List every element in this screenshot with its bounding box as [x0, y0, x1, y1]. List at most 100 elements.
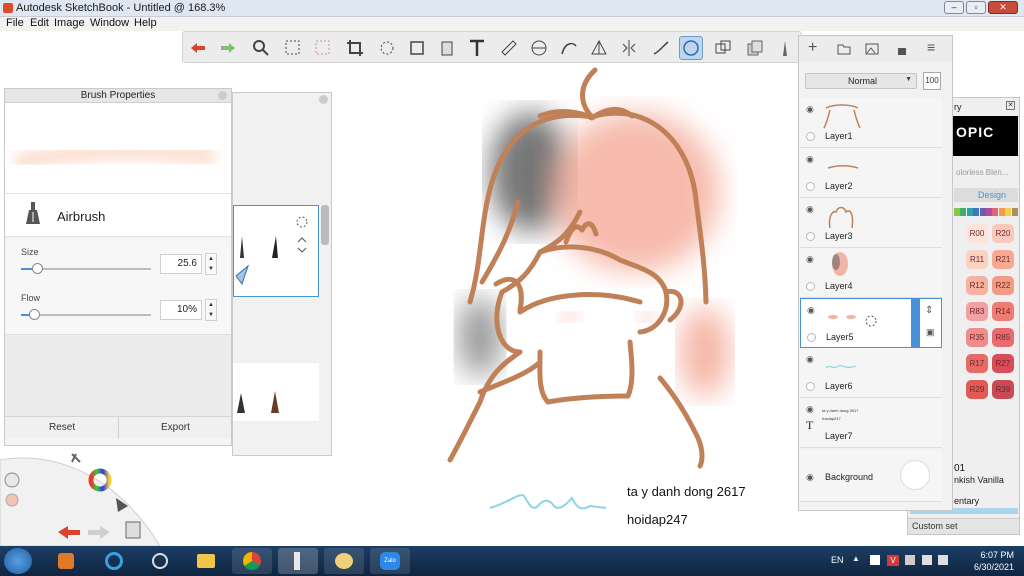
layer-select-radio[interactable]: [806, 382, 815, 391]
distort-icon[interactable]: [405, 36, 429, 60]
zoom-icon[interactable]: [249, 36, 273, 60]
language-indicator[interactable]: EN: [831, 555, 844, 565]
layers-icon[interactable]: [743, 36, 767, 60]
undo-icon[interactable]: [186, 36, 210, 60]
perspective-icon[interactable]: [587, 36, 611, 60]
visibility-eye-icon[interactable]: ◉: [806, 154, 814, 165]
copic-swatch[interactable]: R85: [992, 328, 1014, 347]
layer-select-radio[interactable]: [806, 232, 815, 241]
visibility-eye-icon[interactable]: ◉: [806, 404, 814, 415]
curve-guide-icon[interactable]: [557, 36, 581, 60]
color-family-chip[interactable]: [973, 208, 980, 216]
blend-mode-select[interactable]: Normal ▼: [805, 73, 917, 89]
copic-swatch[interactable]: R27: [992, 354, 1014, 373]
copic-swatch[interactable]: R00: [966, 224, 988, 243]
brush-set-2[interactable]: [233, 363, 319, 421]
text-icon[interactable]: [465, 36, 489, 60]
lock-icon[interactable]: ▣: [926, 327, 935, 338]
color-family-chip[interactable]: [986, 208, 992, 216]
layer-item[interactable]: ◉ Layer2: [800, 148, 942, 198]
custom-set-bar[interactable]: Custom set: [908, 518, 1019, 534]
layer-item-selected[interactable]: ◉ Layer5 ⇕ ▣: [800, 298, 942, 348]
visibility-eye-icon[interactable]: ◉: [806, 472, 814, 483]
menu-help[interactable]: Help: [134, 17, 157, 29]
menu-file[interactable]: File: [6, 17, 24, 29]
snipping-tool-icon[interactable]: [140, 548, 180, 574]
volume-icon[interactable]: [938, 555, 948, 565]
stroke-icon[interactable]: [649, 36, 673, 60]
menu-window[interactable]: Window: [90, 17, 129, 29]
tray-icon[interactable]: [870, 555, 880, 565]
flow-slider-knob[interactable]: [29, 309, 40, 320]
layer-item[interactable]: ◉ Layer1: [800, 98, 942, 148]
reorder-icon[interactable]: ⇕: [925, 305, 933, 316]
redo-icon[interactable]: [216, 36, 240, 60]
copic-swatch[interactable]: R11: [966, 250, 988, 269]
color-family-chip[interactable]: [1005, 208, 1012, 216]
chrome-icon[interactable]: [232, 548, 272, 574]
size-stepper[interactable]: ▲ ▼: [205, 253, 217, 275]
visibility-eye-icon[interactable]: ◉: [806, 104, 814, 115]
visibility-eye-icon[interactable]: ◉: [806, 204, 814, 215]
flow-stepper[interactable]: ▲ ▼: [205, 299, 217, 321]
layer-select-radio[interactable]: [806, 182, 815, 191]
close-button[interactable]: ✕: [988, 1, 1018, 14]
size-value[interactable]: 25.6: [160, 254, 202, 274]
color-family-chip[interactable]: [966, 208, 973, 216]
panel-close-icon[interactable]: ✕: [1006, 101, 1015, 110]
background-layer[interactable]: ◉ Background: [800, 450, 942, 502]
layer-select-radio[interactable]: [806, 282, 815, 291]
layer-select-radio[interactable]: [806, 132, 815, 141]
system-clock[interactable]: 6:07 PM 6/30/2021: [974, 549, 1014, 573]
copic-swatch[interactable]: R22: [992, 276, 1014, 295]
folder-icon[interactable]: [837, 43, 851, 55]
crop-icon[interactable]: [343, 36, 367, 60]
layer-menu-icon[interactable]: ≡: [927, 39, 935, 55]
color-family-chip[interactable]: [992, 208, 999, 216]
internet-explorer-icon[interactable]: [94, 548, 134, 574]
symmetry-icon[interactable]: [617, 36, 641, 60]
export-button[interactable]: Export: [161, 422, 190, 433]
lasso-icon[interactable]: [375, 36, 399, 60]
visibility-eye-icon[interactable]: ◉: [807, 305, 815, 316]
merge-icon[interactable]: [897, 42, 907, 56]
panel-close-icon[interactable]: [319, 95, 328, 104]
copic-swatch[interactable]: R20: [992, 224, 1014, 243]
copic-swatch[interactable]: R12: [966, 276, 988, 295]
fill-icon[interactable]: [435, 36, 459, 60]
reset-button[interactable]: Reset: [49, 422, 75, 433]
layer-item[interactable]: ◉ ta y danh dong 2617 hoidap247 T Layer7: [800, 398, 942, 448]
color-family-chip[interactable]: [979, 208, 986, 216]
brush-icon[interactable]: [773, 36, 797, 60]
color-family-chip[interactable]: [998, 208, 1005, 216]
maximize-button[interactable]: ▫: [966, 1, 986, 14]
drawing-canvas[interactable]: [420, 62, 800, 542]
start-button[interactable]: [4, 548, 32, 574]
add-layer-icon[interactable]: +: [808, 39, 817, 57]
scrollbar[interactable]: [321, 205, 329, 245]
panel-close-icon[interactable]: [218, 91, 227, 100]
select-icon[interactable]: [281, 36, 305, 60]
color-family-chip[interactable]: [954, 208, 960, 216]
flow-value[interactable]: 10%: [160, 300, 202, 320]
copic-swatch[interactable]: R29: [966, 380, 988, 399]
tray-icon[interactable]: [905, 555, 915, 565]
layer-item[interactable]: ◉ Layer3: [800, 198, 942, 248]
file-explorer-icon[interactable]: [186, 548, 226, 574]
menu-edit[interactable]: Edit: [30, 17, 49, 29]
copic-swatch[interactable]: R14: [992, 302, 1014, 321]
transform-icon[interactable]: [311, 36, 335, 60]
v-tray-icon[interactable]: V: [887, 555, 899, 566]
color-family-strip[interactable]: [954, 208, 1018, 216]
visibility-eye-icon[interactable]: ◉: [806, 254, 814, 265]
copy-icon[interactable]: [711, 36, 735, 60]
network-icon[interactable]: [922, 555, 932, 565]
background-color-swatch[interactable]: [900, 460, 930, 490]
brush-set-selected[interactable]: [233, 205, 319, 297]
zalo-icon[interactable]: Zalo: [370, 548, 410, 574]
size-slider-knob[interactable]: [31, 263, 43, 274]
copic-swatch[interactable]: R39: [992, 380, 1014, 399]
copic-swatch[interactable]: R83: [966, 302, 988, 321]
tab-design[interactable]: Design: [978, 190, 1006, 200]
copic-swatch[interactable]: R21: [992, 250, 1014, 269]
